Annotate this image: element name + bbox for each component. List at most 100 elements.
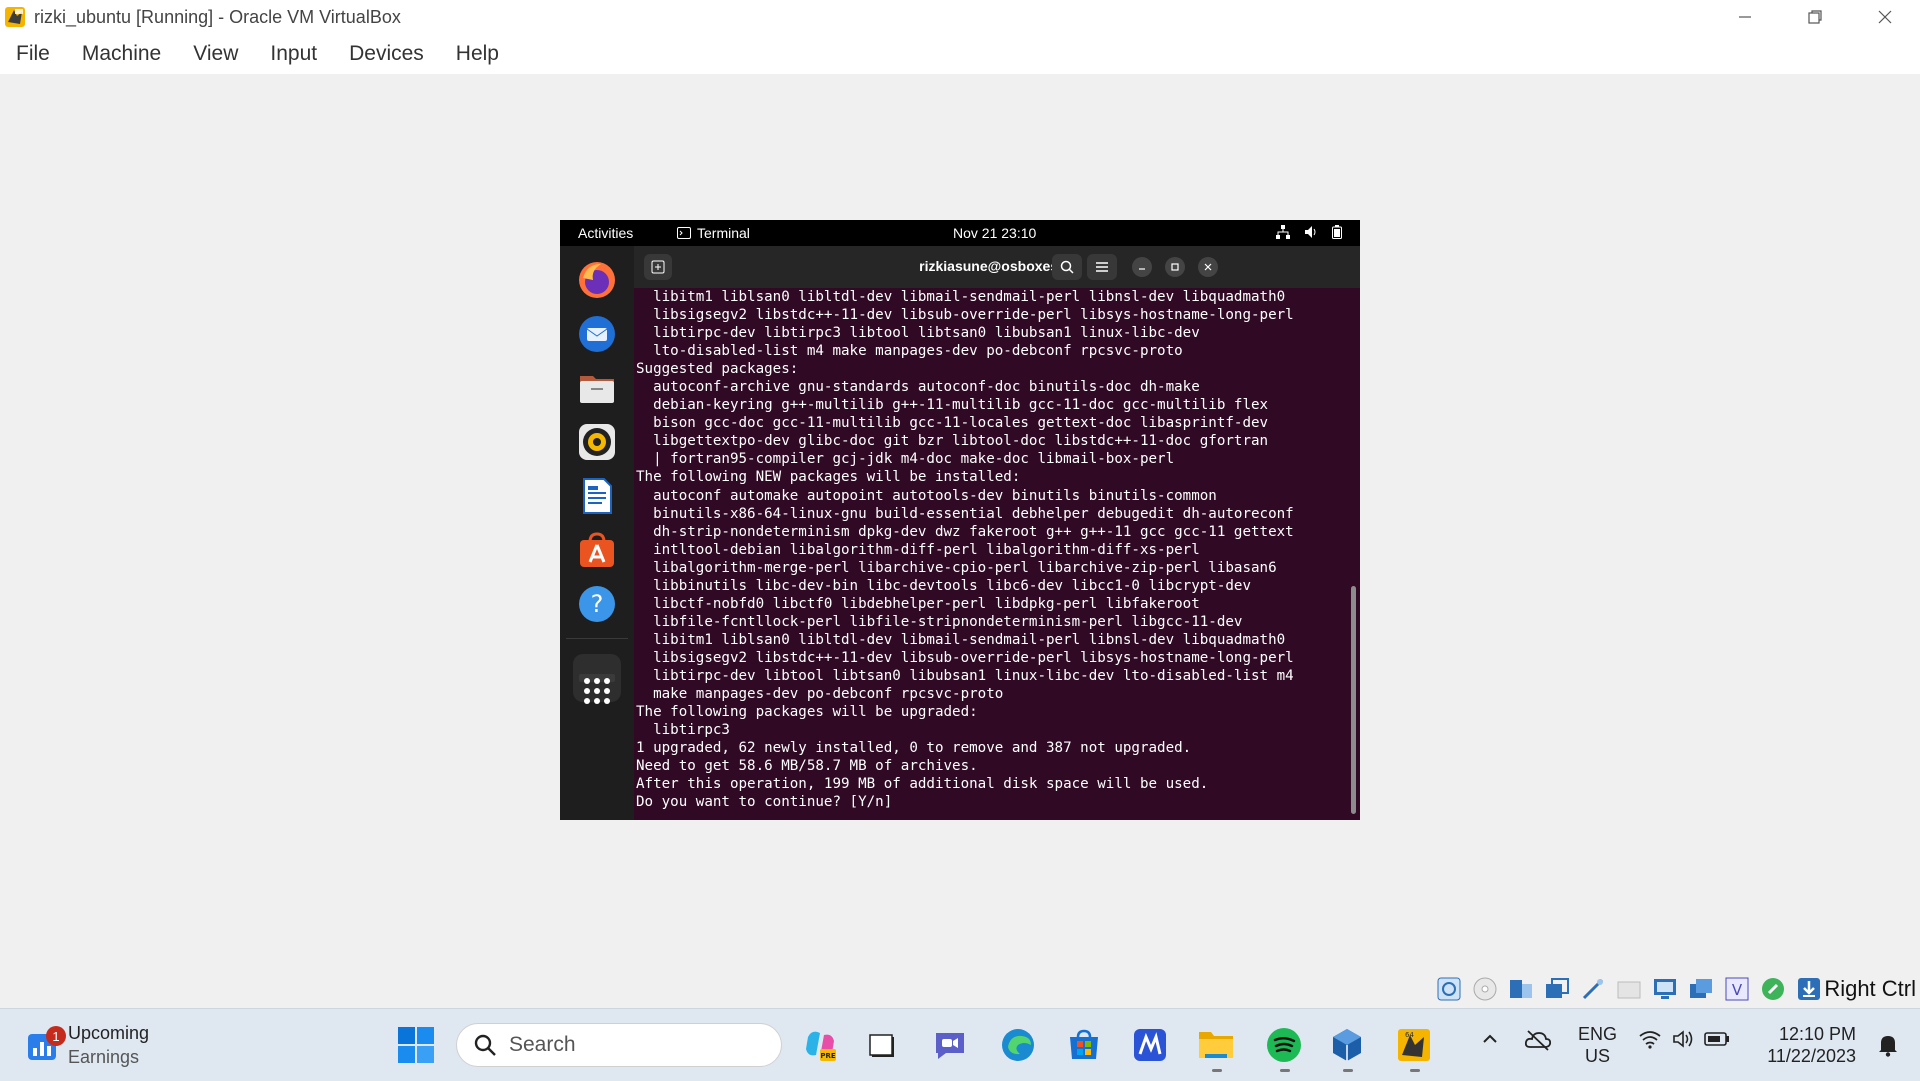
search-icon: [1060, 260, 1074, 274]
terminal-maximize-button[interactable]: [1165, 257, 1185, 277]
dock-app-center[interactable]: [573, 526, 621, 574]
status-network[interactable]: [1542, 974, 1572, 1004]
dock-firefox[interactable]: [573, 256, 621, 304]
menu-devices[interactable]: Devices: [349, 42, 424, 66]
taskbar-app-m[interactable]: [1128, 1023, 1172, 1067]
thunderbird-icon: [579, 316, 615, 352]
status-audio[interactable]: [1506, 974, 1536, 1004]
taskbar-virtualbox-manager[interactable]: [1325, 1023, 1369, 1067]
close-icon: [1878, 10, 1892, 24]
restore-button[interactable]: [1780, 0, 1850, 34]
terminal-search-button[interactable]: [1052, 254, 1082, 280]
taskbar-task-view[interactable]: [860, 1023, 904, 1067]
status-keyboard-capture[interactable]: [1794, 974, 1824, 1004]
app-menu-terminal[interactable]: Terminal: [677, 225, 750, 241]
volume-icon: [1305, 226, 1316, 238]
taskbar-search-box[interactable]: Search: [456, 1023, 782, 1067]
terminal-line: libbinutils libc-dev-bin libc-devtools l…: [636, 577, 1251, 594]
menu-help[interactable]: Help: [456, 42, 499, 66]
terminal-line: autoconf-archive gnu-standards autoconf-…: [636, 379, 1200, 396]
status-optical-drive[interactable]: [1470, 974, 1500, 1004]
clock-time: 12:10 PM: [1778, 1024, 1856, 1044]
terminal-output[interactable]: libitm1 liblsan0 libltdl-dev libmail-sen…: [634, 288, 1346, 820]
taskbar-clock[interactable]: 12:10 PM 11/22/2023: [1767, 1023, 1856, 1067]
dock-thunderbird[interactable]: [573, 310, 621, 358]
minimize-icon: [1739, 16, 1751, 18]
terminal-close-button[interactable]: [1198, 257, 1218, 277]
taskbar-file-explorer[interactable]: [1194, 1023, 1238, 1067]
battery-icon: [1332, 225, 1342, 239]
chevron-up-icon: [1483, 1034, 1497, 1043]
taskbar-store[interactable]: [1062, 1023, 1106, 1067]
gnome-system-tray[interactable]: [1276, 225, 1342, 239]
terminal-line: make manpages-dev po-debconf rpcsvc-prot…: [636, 686, 1004, 703]
taskbar-edge[interactable]: [996, 1023, 1040, 1067]
terminal-line: libsigsegv2 libstdc++-11-dev libsub-over…: [636, 649, 1294, 666]
terminal-line: libfile-fcntllock-perl libfile-stripnond…: [636, 613, 1243, 630]
status-recording[interactable]: [1686, 974, 1716, 1004]
minimize-button[interactable]: [1710, 0, 1780, 34]
status-vt-x[interactable]: V: [1722, 974, 1752, 1004]
onedrive-tray[interactable]: [1524, 1029, 1552, 1051]
terminal-line: binutils-x86-64-linux-gnu build-essentia…: [636, 505, 1294, 522]
widget-subtitle: Earnings: [68, 1047, 140, 1067]
terminal-menu-button[interactable]: [1087, 254, 1117, 280]
start-button[interactable]: [398, 1027, 434, 1068]
host-key-label: Right Ctrl: [1824, 976, 1916, 1001]
taskbar-teams-chat[interactable]: [928, 1023, 972, 1067]
explorer-running-indicator: [1212, 1069, 1222, 1072]
widget-icon-wrap: 1: [28, 1026, 66, 1060]
wifi-icon: [1639, 1031, 1661, 1049]
menu-file[interactable]: File: [16, 42, 50, 66]
minimize-icon: [1139, 268, 1145, 270]
status-display[interactable]: [1650, 974, 1680, 1004]
menu-machine[interactable]: Machine: [82, 42, 161, 66]
terminal-window[interactable]: rizkiasune@osboxes: ~ libitm1 liblsan0 l…: [634, 246, 1360, 820]
language-code: ENG: [1578, 1024, 1618, 1044]
terminal-line: autoconf automake autopoint autotools-de…: [636, 487, 1217, 504]
taskbar-copilot[interactable]: PRE: [798, 1023, 842, 1067]
download-arrow-icon: [1798, 978, 1820, 1000]
status-usb[interactable]: [1578, 974, 1608, 1004]
close-button[interactable]: [1850, 0, 1920, 34]
terminal-line: 1 upgraded, 62 newly installed, 0 to rem…: [636, 740, 1192, 757]
terminal-minimize-button[interactable]: [1132, 257, 1152, 277]
terminal-line: libsigsegv2 libstdc++-11-dev libsub-over…: [636, 307, 1294, 324]
taskbar-vm-window[interactable]: 64: [1392, 1023, 1436, 1067]
terminal-line: | fortran95-compiler gcj-jdk m4-doc make…: [636, 451, 1175, 468]
widget-title: Upcoming: [68, 1023, 150, 1043]
svg-text:?: ?: [591, 590, 604, 618]
restore-icon: [1808, 10, 1822, 24]
terminal-line: The following packages will be upgraded:: [636, 704, 978, 721]
show-hidden-icons-button[interactable]: [1480, 1029, 1500, 1049]
windows-logo-icon: [398, 1027, 434, 1063]
taskbar-spotify[interactable]: [1262, 1023, 1306, 1067]
dock-libreoffice-writer[interactable]: [573, 472, 621, 520]
vm-window-icon: 64: [1398, 1029, 1430, 1061]
display-icon: [1654, 979, 1676, 999]
status-mouse-integration[interactable]: [1758, 974, 1788, 1004]
rhythmbox-icon: [579, 424, 615, 460]
status-shared-folders[interactable]: [1614, 974, 1644, 1004]
guest-screen[interactable]: Activities Terminal Nov 21 23:10 ? rizki…: [560, 220, 1360, 820]
status-hard-disk[interactable]: [1434, 974, 1464, 1004]
show-apps-button[interactable]: [573, 666, 621, 716]
terminal-line: libctf-nobfd0 libctf0 libdebhelper-perl …: [636, 595, 1200, 612]
files-icon: [580, 376, 614, 403]
activities-button[interactable]: Activities: [578, 225, 633, 241]
dock-help[interactable]: ?: [573, 580, 621, 628]
terminal-line: libtirpc-dev libtool libtsan0 libubsan1 …: [636, 667, 1294, 684]
gnome-clock[interactable]: Nov 21 23:10: [953, 225, 1036, 241]
widgets-button[interactable]: 1 Upcoming Earnings: [28, 1021, 149, 1069]
terminal-line: The following NEW packages will be insta…: [636, 469, 1021, 486]
mouse-integration-icon: [1762, 978, 1784, 1000]
terminal-scrollbar[interactable]: [1351, 586, 1356, 814]
dock-files[interactable]: [573, 364, 621, 412]
menu-view[interactable]: View: [193, 42, 238, 66]
quick-settings-button[interactable]: [1638, 1029, 1730, 1049]
input-language-indicator[interactable]: ENG US: [1578, 1023, 1617, 1067]
dock-rhythmbox[interactable]: [573, 418, 621, 466]
notification-center-button[interactable]: [1878, 1033, 1898, 1062]
restore-icon: [1171, 263, 1179, 271]
menu-input[interactable]: Input: [270, 42, 317, 66]
